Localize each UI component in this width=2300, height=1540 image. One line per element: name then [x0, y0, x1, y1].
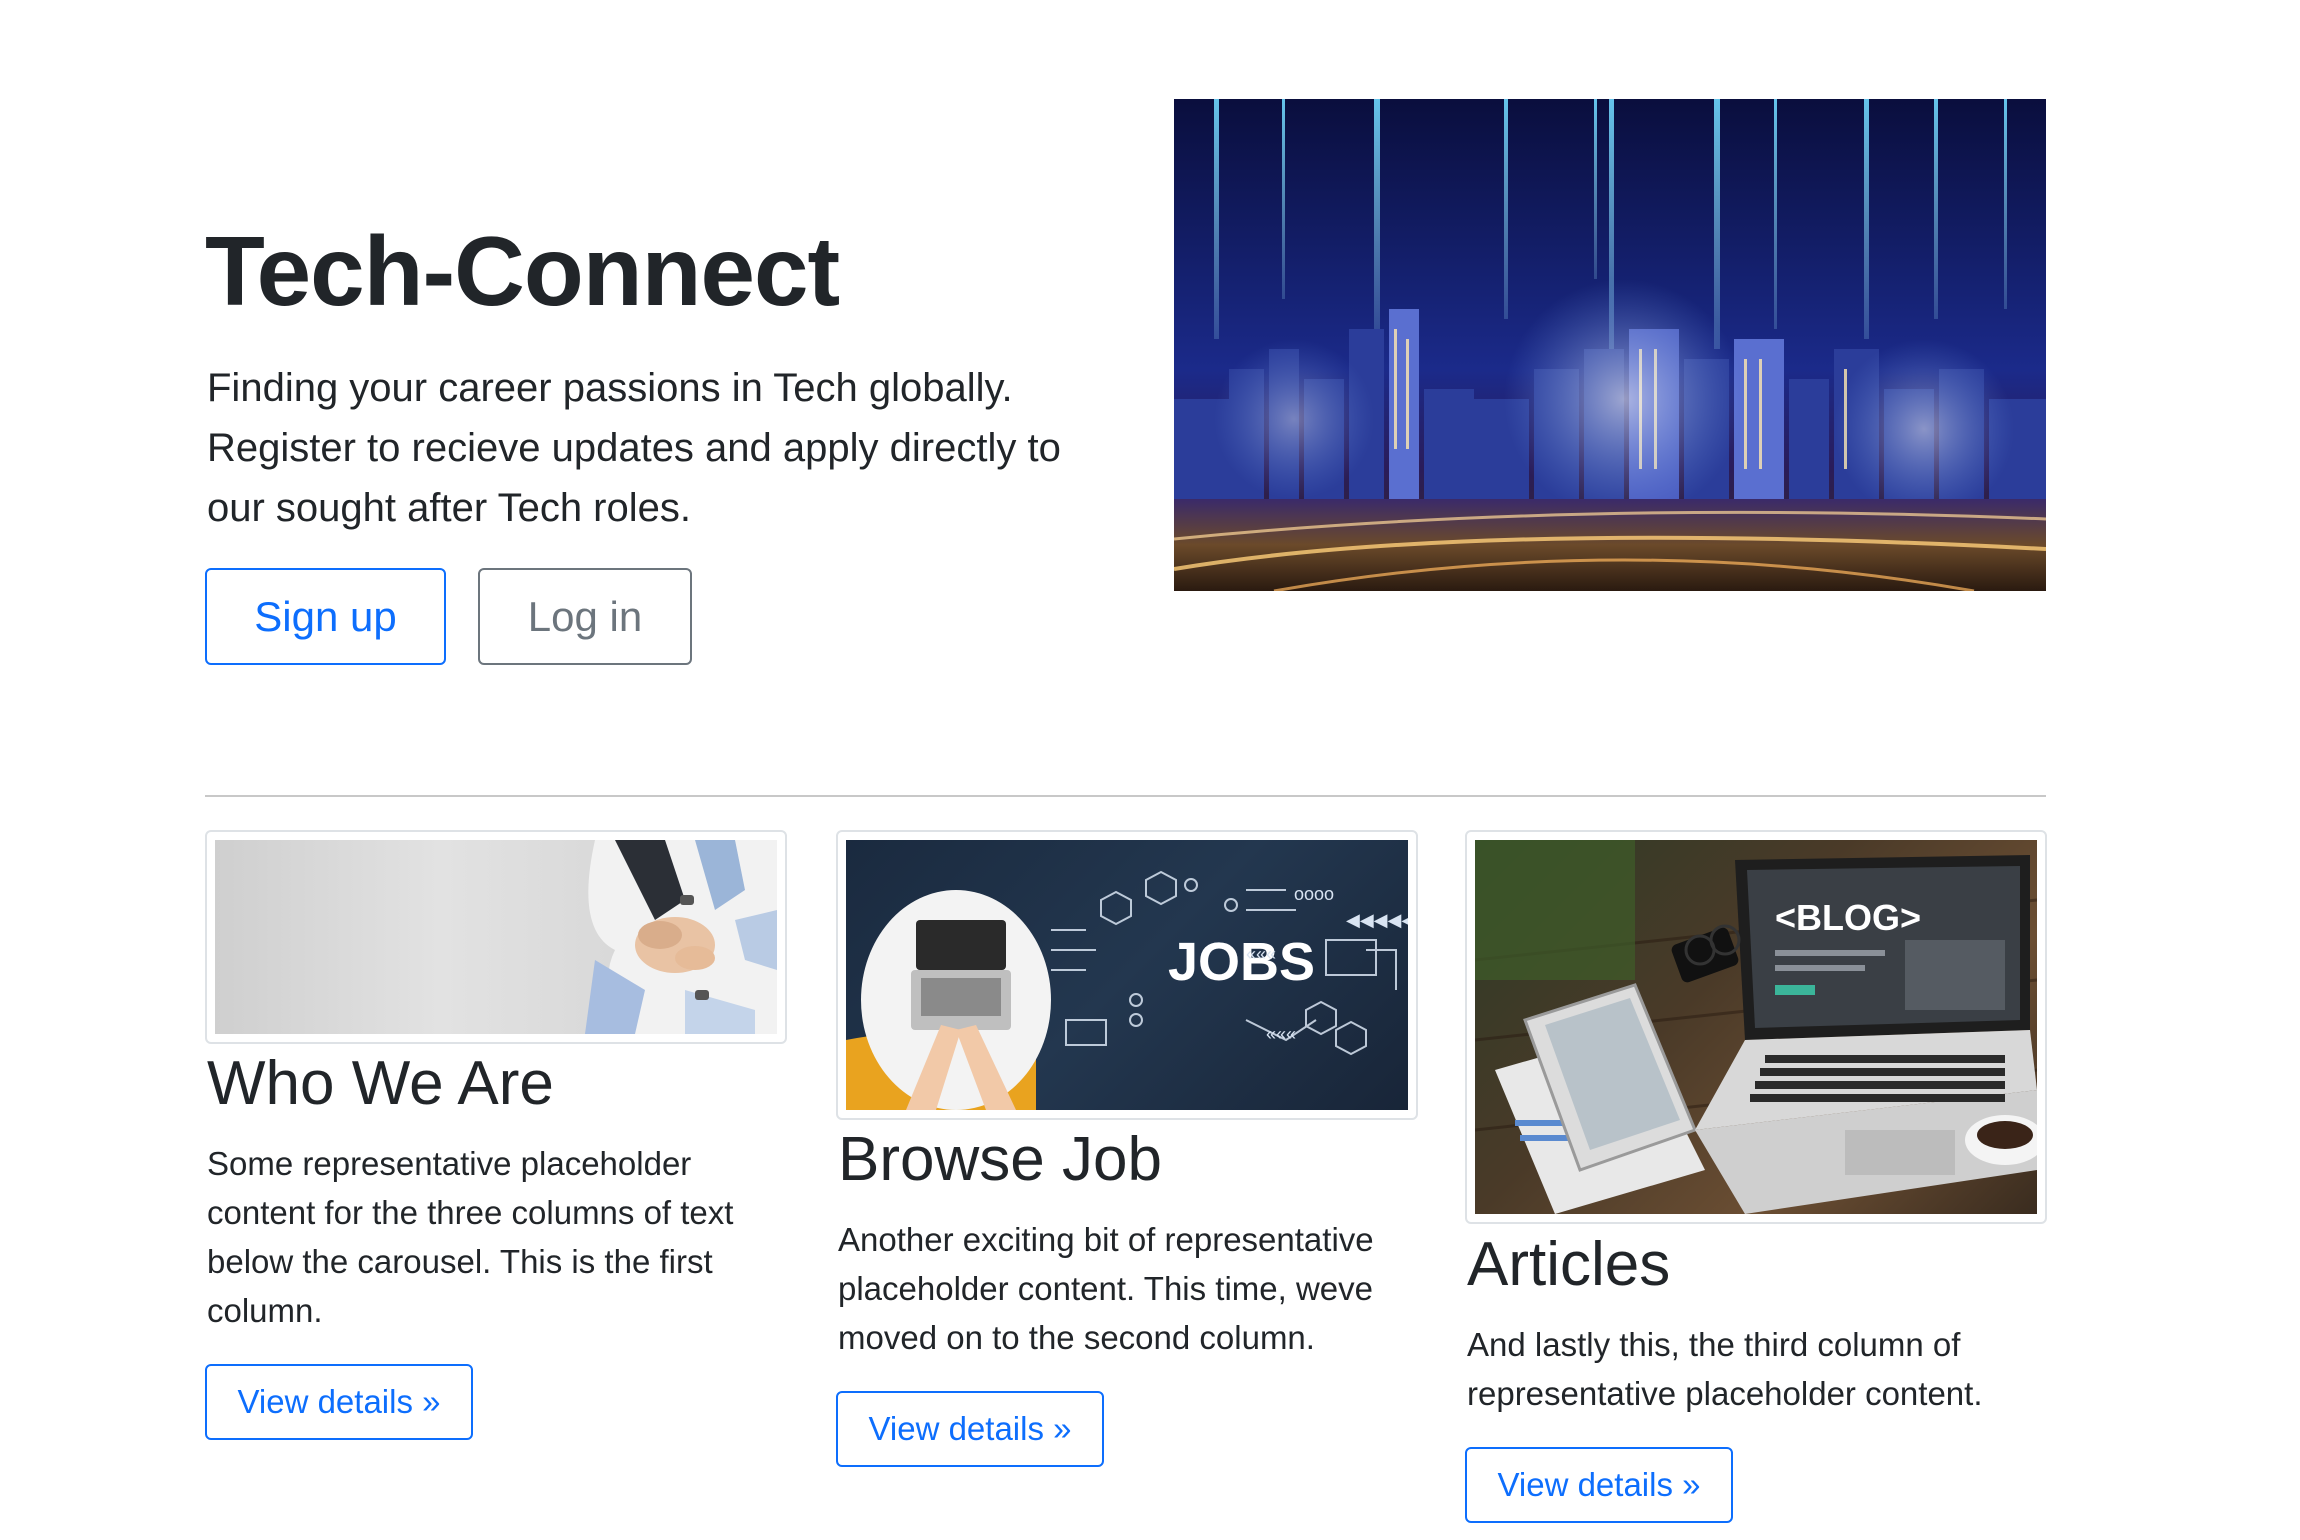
who-we-are-text: Some representative placeholder content …: [207, 1145, 734, 1329]
blog-image-text: <BLOG>: [1775, 897, 1921, 938]
svg-text:oooo: oooo: [1294, 884, 1334, 904]
browse-job-title: Browse Job: [838, 1125, 1162, 1194]
svg-text:◀◀◀◀◀: ◀◀◀◀◀: [1346, 910, 1408, 930]
articles-text: And lastly this, the third column of rep…: [1467, 1326, 1983, 1412]
view-details-button-2[interactable]: View details »: [836, 1391, 1104, 1467]
articles-title: Articles: [1467, 1230, 1671, 1299]
log-in-button[interactable]: Log in: [478, 568, 692, 665]
blog-laptop-image: <BLOG>: [1465, 830, 2047, 1224]
svg-text:«««: «««: [1266, 1024, 1296, 1044]
sign-up-button[interactable]: Sign up: [205, 568, 446, 665]
team-hands-image: [205, 830, 787, 1044]
svg-text:«««: «««: [1246, 944, 1276, 964]
jobs-image-text: JOBS: [1168, 932, 1315, 992]
page: Tech-Connect Finding your career passion…: [0, 0, 2300, 1540]
browse-job-text: Another exciting bit of representative p…: [838, 1221, 1374, 1356]
view-details-button-3[interactable]: View details »: [1465, 1447, 1733, 1523]
hero-city-image: [1174, 99, 2046, 591]
view-details-button-1[interactable]: View details »: [205, 1364, 473, 1440]
divider: [205, 795, 2046, 797]
hero-lead: Finding your career passions in Tech glo…: [207, 366, 1061, 530]
who-we-are-title: Who We Are: [207, 1049, 554, 1118]
jobs-image: JOBS oooo ◀◀◀◀◀ ««« «««: [836, 830, 1418, 1120]
hero-title: Tech-Connect: [205, 216, 840, 326]
